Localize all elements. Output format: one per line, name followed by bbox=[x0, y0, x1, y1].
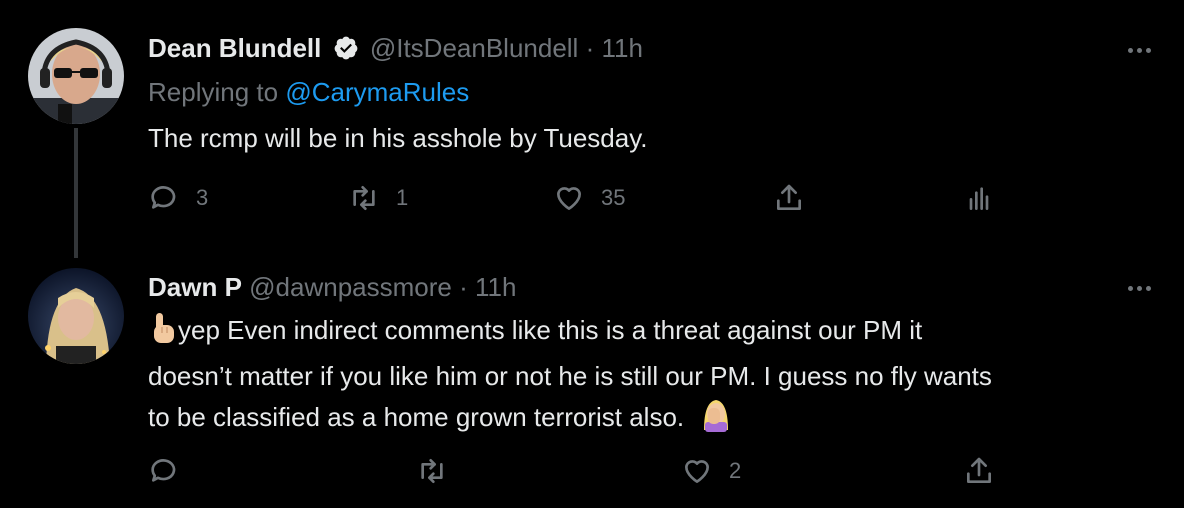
tweet-header: Dean Blundell @ItsDeanBlundell · 11h bbox=[148, 32, 643, 64]
reply-icon bbox=[151, 459, 176, 482]
thread-line bbox=[74, 128, 78, 258]
share-icon bbox=[967, 457, 991, 483]
tweet-dean-blundell[interactable]: Dean Blundell @ItsDeanBlundell · 11h Rep… bbox=[0, 0, 1184, 258]
more-icon[interactable] bbox=[1122, 278, 1156, 298]
pointing-up-emoji bbox=[148, 311, 178, 356]
tweet-text-line-2: doesn’t matter if you like him or not he… bbox=[148, 361, 992, 391]
avatar-dawn-p[interactable] bbox=[28, 268, 124, 364]
tweet-text: yep Even indirect comments like this is … bbox=[148, 310, 1148, 443]
like-button[interactable]: 2 bbox=[681, 455, 741, 487]
share-button[interactable] bbox=[773, 182, 805, 214]
analytics-icon bbox=[969, 187, 989, 210]
author-handle[interactable]: @dawnpassmore bbox=[249, 272, 452, 302]
share-button[interactable] bbox=[963, 455, 995, 487]
verified-badge-icon bbox=[334, 36, 357, 60]
more-icon[interactable] bbox=[1122, 40, 1156, 60]
separator-dot: · bbox=[459, 272, 468, 302]
author-name[interactable]: Dawn P bbox=[148, 272, 242, 302]
tweet-text-line-1: yep Even indirect comments like this is … bbox=[148, 310, 1148, 356]
like-icon bbox=[685, 460, 709, 483]
author-handle[interactable]: @ItsDeanBlundell bbox=[370, 33, 579, 63]
tweet-text-line-3: to be classified as a home grown terrori… bbox=[148, 396, 1148, 443]
reply-button[interactable]: 3 bbox=[148, 182, 208, 214]
like-count: 2 bbox=[729, 458, 742, 483]
retweet-button[interactable]: 1 bbox=[348, 182, 408, 214]
reply-button[interactable] bbox=[148, 455, 196, 487]
replying-prefix: Replying to bbox=[148, 77, 279, 107]
tweet-actions: 2 bbox=[148, 455, 1008, 495]
author-name[interactable]: Dean Blundell bbox=[148, 33, 321, 63]
like-button[interactable]: 35 bbox=[553, 182, 625, 214]
timestamp[interactable]: 11h bbox=[475, 272, 516, 302]
retweet-icon bbox=[421, 459, 443, 483]
reply-icon bbox=[151, 186, 176, 209]
facepalm-emoji bbox=[699, 396, 733, 443]
retweet-count: 1 bbox=[396, 185, 409, 210]
tweet-dawn-p[interactable]: Dawn P @dawnpassmore · 11h yep Even indi… bbox=[0, 250, 1184, 508]
timestamp[interactable]: 11h bbox=[601, 33, 642, 63]
reply-count: 3 bbox=[196, 185, 209, 210]
retweet-button[interactable] bbox=[416, 455, 464, 487]
tweet-text: The rcmp will be in his asshole by Tuesd… bbox=[148, 123, 648, 153]
like-icon bbox=[557, 187, 581, 210]
retweet-icon bbox=[353, 186, 375, 210]
separator-dot: · bbox=[585, 33, 595, 63]
tweet-header: Dawn P @dawnpassmore · 11h bbox=[148, 271, 516, 303]
analytics-button[interactable] bbox=[963, 182, 995, 214]
share-icon bbox=[777, 184, 801, 210]
tweet-text-line-1-text: yep Even indirect comments like this is … bbox=[178, 315, 923, 345]
replying-mention-link[interactable]: @CarymaRules bbox=[285, 77, 469, 107]
replying-to: Replying to @CarymaRules bbox=[148, 76, 469, 108]
like-count: 35 bbox=[601, 185, 626, 210]
avatar-dean-blundell[interactable] bbox=[28, 28, 124, 124]
tweet-text-line-3-text: to be classified as a home grown terrori… bbox=[148, 402, 685, 432]
tweet-actions: 3 1 35 bbox=[148, 182, 1008, 222]
